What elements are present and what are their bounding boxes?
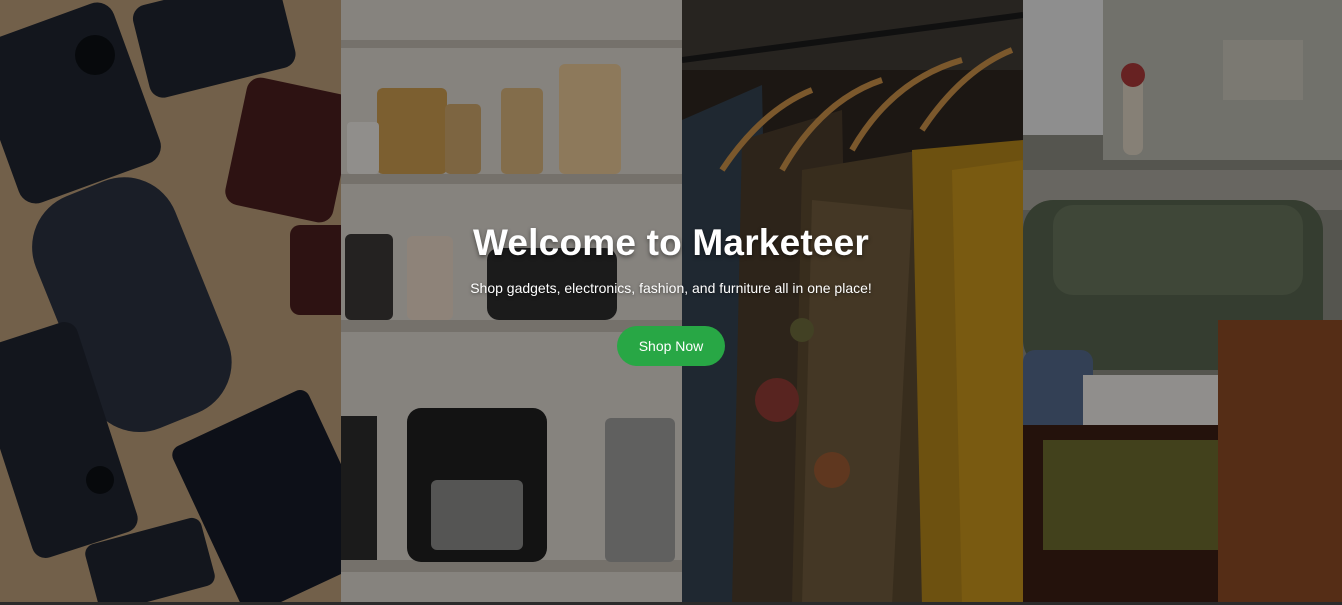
hero-subtitle: Shop gadgets, electronics, fashion, and … — [470, 280, 872, 296]
hero-content: Welcome to Marketeer Shop gadgets, elect… — [0, 222, 1342, 366]
hero-title: Welcome to Marketeer — [472, 222, 870, 263]
hero-section: Welcome to Marketeer Shop gadgets, elect… — [0, 0, 1342, 605]
shop-now-button[interactable]: Shop Now — [617, 326, 725, 366]
